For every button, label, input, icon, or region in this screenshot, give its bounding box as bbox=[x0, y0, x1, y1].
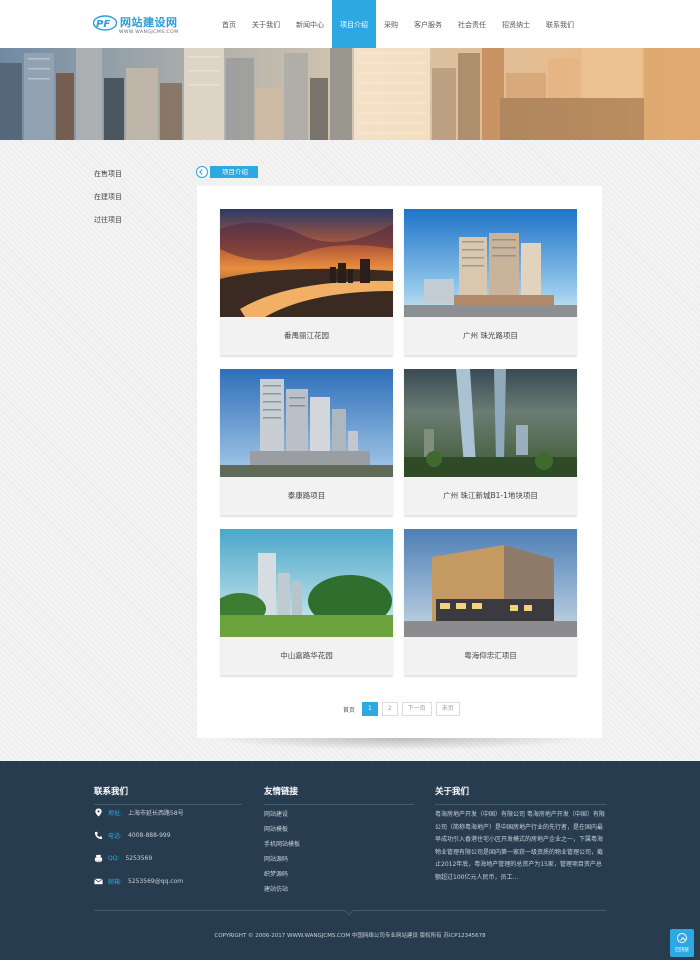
site-logo[interactable]: PF 网站建设网 WWW.WANGJCMS.COM bbox=[93, 12, 203, 40]
project-card[interactable]: 泰康路项目 bbox=[220, 369, 393, 515]
city-banner bbox=[0, 48, 700, 140]
banner-image bbox=[0, 48, 700, 140]
project-name[interactable]: 中山嘉路华花园 bbox=[220, 637, 393, 675]
back-to-top-button[interactable]: 回顶部 bbox=[670, 929, 694, 957]
nav-item[interactable]: 关于我们 bbox=[244, 0, 288, 48]
project-card[interactable]: 粤海仰忠汇项目 bbox=[404, 529, 577, 675]
address-label: 地址: bbox=[108, 810, 123, 817]
project-card[interactable]: 番禺丽江花园 bbox=[220, 209, 393, 355]
address-value: 上海市延长西路58号 bbox=[128, 810, 184, 817]
site-header: PF 网站建设网 WWW.WANGJCMS.COM 首页 关于我们 新闻中心 项目介绍… bbox=[0, 0, 700, 48]
footer-about: 关于我们 bbox=[435, 785, 607, 805]
qq-value: 5253569 bbox=[125, 855, 153, 862]
footer-about-title: 关于我们 bbox=[435, 787, 470, 797]
sidebar-item-under-construction[interactable]: 在建项目 bbox=[94, 191, 122, 214]
nav-item[interactable]: 首页 bbox=[214, 0, 244, 48]
svg-text:PF: PF bbox=[96, 19, 110, 30]
nav-item[interactable]: 联系我们 bbox=[538, 0, 582, 48]
nav-item[interactable]: 新闻中心 bbox=[288, 0, 332, 48]
footer-contact-title: 联系我们 bbox=[94, 787, 129, 797]
project-name[interactable]: 泰康路项目 bbox=[220, 477, 393, 515]
project-image-aerial[interactable] bbox=[404, 369, 577, 477]
nav-item[interactable]: 项目介绍 bbox=[332, 0, 376, 48]
divider bbox=[264, 804, 414, 805]
project-image-mall[interactable] bbox=[404, 529, 577, 637]
footer-link[interactable]: 网站建设 bbox=[264, 809, 288, 818]
logo-title: 网站建设网 bbox=[120, 16, 178, 29]
project-image-residential[interactable] bbox=[220, 369, 393, 477]
project-name[interactable]: 广州 珠光路项目 bbox=[404, 317, 577, 355]
pagination-page-2[interactable]: 2 bbox=[381, 702, 398, 716]
sidebar-item-on-sale[interactable]: 在售项目 bbox=[94, 168, 122, 191]
project-card[interactable]: 广州 珠光路项目 bbox=[404, 209, 577, 355]
mail-icon bbox=[94, 878, 103, 885]
project-image-towers[interactable] bbox=[404, 209, 577, 317]
section-title: 项目介绍 bbox=[210, 166, 258, 178]
section-heading: 项目介绍 bbox=[196, 166, 258, 178]
email-label: 邮箱: bbox=[108, 879, 123, 886]
project-card[interactable]: 广州 珠江新城B1-1地块项目 bbox=[404, 369, 577, 515]
divider-notch bbox=[344, 906, 354, 916]
pagination-last[interactable]: 末页 bbox=[435, 702, 460, 716]
project-name[interactable]: 广州 珠江新城B1-1地块项目 bbox=[404, 477, 577, 515]
project-name[interactable]: 番禺丽江花园 bbox=[220, 317, 393, 355]
phone-icon bbox=[94, 831, 103, 840]
back-arrow-icon[interactable] bbox=[196, 166, 208, 178]
divider bbox=[94, 804, 242, 805]
phone-value: 4008-888-999 bbox=[128, 832, 171, 839]
pagination-first[interactable]: 首页 bbox=[340, 705, 358, 714]
project-name[interactable]: 粤海仰忠汇项目 bbox=[404, 637, 577, 675]
footer-link[interactable]: 网站源码 bbox=[264, 854, 288, 863]
footer-links-title: 友情链接 bbox=[264, 787, 299, 797]
back-to-top-label: 回顶部 bbox=[675, 948, 689, 953]
qq-label: QQ: bbox=[108, 855, 120, 862]
footer-contact: 联系我们 bbox=[94, 785, 242, 805]
sidebar-item-past[interactable]: 过往项目 bbox=[94, 214, 122, 237]
footer-link[interactable]: 织梦源码 bbox=[264, 869, 288, 878]
contact-address: 地址: 上海市延长西路58号 bbox=[94, 808, 184, 817]
pagination: 首页 1 2 下一页 末页 bbox=[340, 702, 460, 716]
logo-subtitle: WWW.WANGJCMS.COM bbox=[119, 30, 179, 35]
pagination-next[interactable]: 下一页 bbox=[401, 702, 432, 716]
nav-item[interactable]: 采购 bbox=[376, 0, 406, 48]
site-footer: 联系我们 友情链接 关于我们 地址: 上海市延长西路58号 电话: 4008-8… bbox=[0, 761, 700, 960]
project-image-sunset[interactable] bbox=[220, 209, 393, 317]
footer-link[interactable]: 建站仿站 bbox=[264, 884, 288, 893]
arrow-up-icon bbox=[677, 933, 687, 943]
fax-icon bbox=[94, 854, 103, 863]
contact-qq: QQ: 5253569 bbox=[94, 854, 152, 863]
pagination-page-1[interactable]: 1 bbox=[362, 702, 378, 716]
contact-email: 邮箱: 5253569@qq.com bbox=[94, 877, 183, 886]
logo-mark-icon: PF bbox=[93, 15, 117, 31]
footer-link[interactable]: 手机网站模板 bbox=[264, 839, 300, 848]
divider bbox=[435, 804, 607, 805]
phone-label: 电话: bbox=[108, 833, 123, 840]
contact-phone: 电话: 4008-888-999 bbox=[94, 831, 171, 840]
copyright: COPYRIGHT © 2006-2017 WWW.WANGJCMS.COM 中… bbox=[214, 933, 486, 939]
project-card[interactable]: 中山嘉路华花园 bbox=[220, 529, 393, 675]
footer-links: 友情链接 bbox=[264, 785, 414, 805]
sidebar: 在售项目 在建项目 过往项目 bbox=[94, 168, 122, 237]
footer-about-text: 粤海房地产开发（中国）有限公司 粤海房地产开发（中国）有限公司（简称粤海地产）是… bbox=[435, 811, 605, 881]
main-nav: 首页 关于我们 新闻中心 项目介绍 采购 客户服务 社会责任 招贤纳士 联系我们 bbox=[214, 0, 582, 48]
location-pin-icon bbox=[95, 808, 102, 817]
footer-link[interactable]: 网站模板 bbox=[264, 824, 288, 833]
nav-item[interactable]: 招贤纳士 bbox=[494, 0, 538, 48]
panel-shadow bbox=[215, 738, 585, 750]
project-image-green[interactable] bbox=[220, 529, 393, 637]
nav-item[interactable]: 客户服务 bbox=[406, 0, 450, 48]
email-value[interactable]: 5253569@qq.com bbox=[128, 878, 183, 885]
nav-item[interactable]: 社会责任 bbox=[450, 0, 494, 48]
